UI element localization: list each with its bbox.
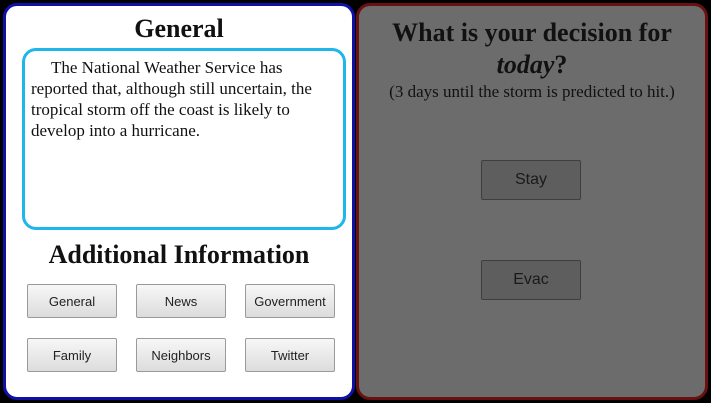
info-panel-title: General [134,14,224,43]
news-message-box: The National Weather Service has reporte… [22,48,346,230]
news-button[interactable]: News [136,284,226,318]
decision-panel: What is your decision for today? (3 days… [356,3,708,400]
twitter-button[interactable]: Twitter [245,338,335,372]
evac-button[interactable]: Evac [481,260,581,300]
decision-question-line1: What is your decision for [392,18,672,47]
info-panel: General The National Weather Service has… [3,3,355,400]
neighbors-button[interactable]: Neighbors [136,338,226,372]
decision-question-mark: ? [554,50,568,79]
days-until-storm-text: (3 days until the storm is predicted to … [389,82,675,101]
government-button[interactable]: Government [245,284,335,318]
family-button[interactable]: Family [27,338,117,372]
general-button[interactable]: General [27,284,117,318]
decision-question-emphasis: today [496,50,555,79]
news-message-text: The National Weather Service has reporte… [31,58,312,140]
stay-button[interactable]: Stay [481,160,581,200]
decision-question-line2: today? [359,50,705,80]
additional-information-title: Additional Information [48,240,310,269]
